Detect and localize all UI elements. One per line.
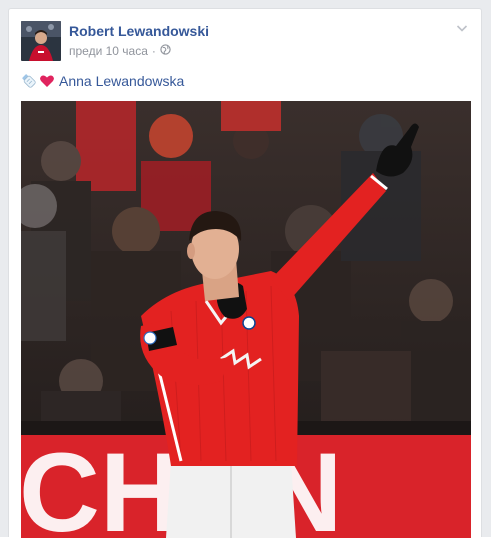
red-heart-icon bbox=[39, 73, 55, 89]
author-avatar[interactable] bbox=[21, 21, 61, 61]
author-name[interactable]: Robert Lewandowski bbox=[69, 23, 209, 39]
post-timestamp[interactable]: преди 10 часа bbox=[69, 44, 148, 58]
post-photo[interactable]: CHAN bbox=[21, 101, 471, 538]
baby-bottle-icon bbox=[21, 73, 37, 89]
globe-icon[interactable] bbox=[160, 44, 171, 58]
meta-separator: · bbox=[151, 44, 156, 58]
post-text: Anna Lewandowska bbox=[21, 73, 184, 89]
tagged-user-link[interactable]: Anna Lewandowska bbox=[59, 73, 184, 89]
post-card: Robert Lewandowski преди 10 часа · Anna … bbox=[8, 8, 482, 538]
chevron-down-icon[interactable] bbox=[455, 21, 469, 35]
post-meta: преди 10 часа · bbox=[69, 44, 171, 58]
